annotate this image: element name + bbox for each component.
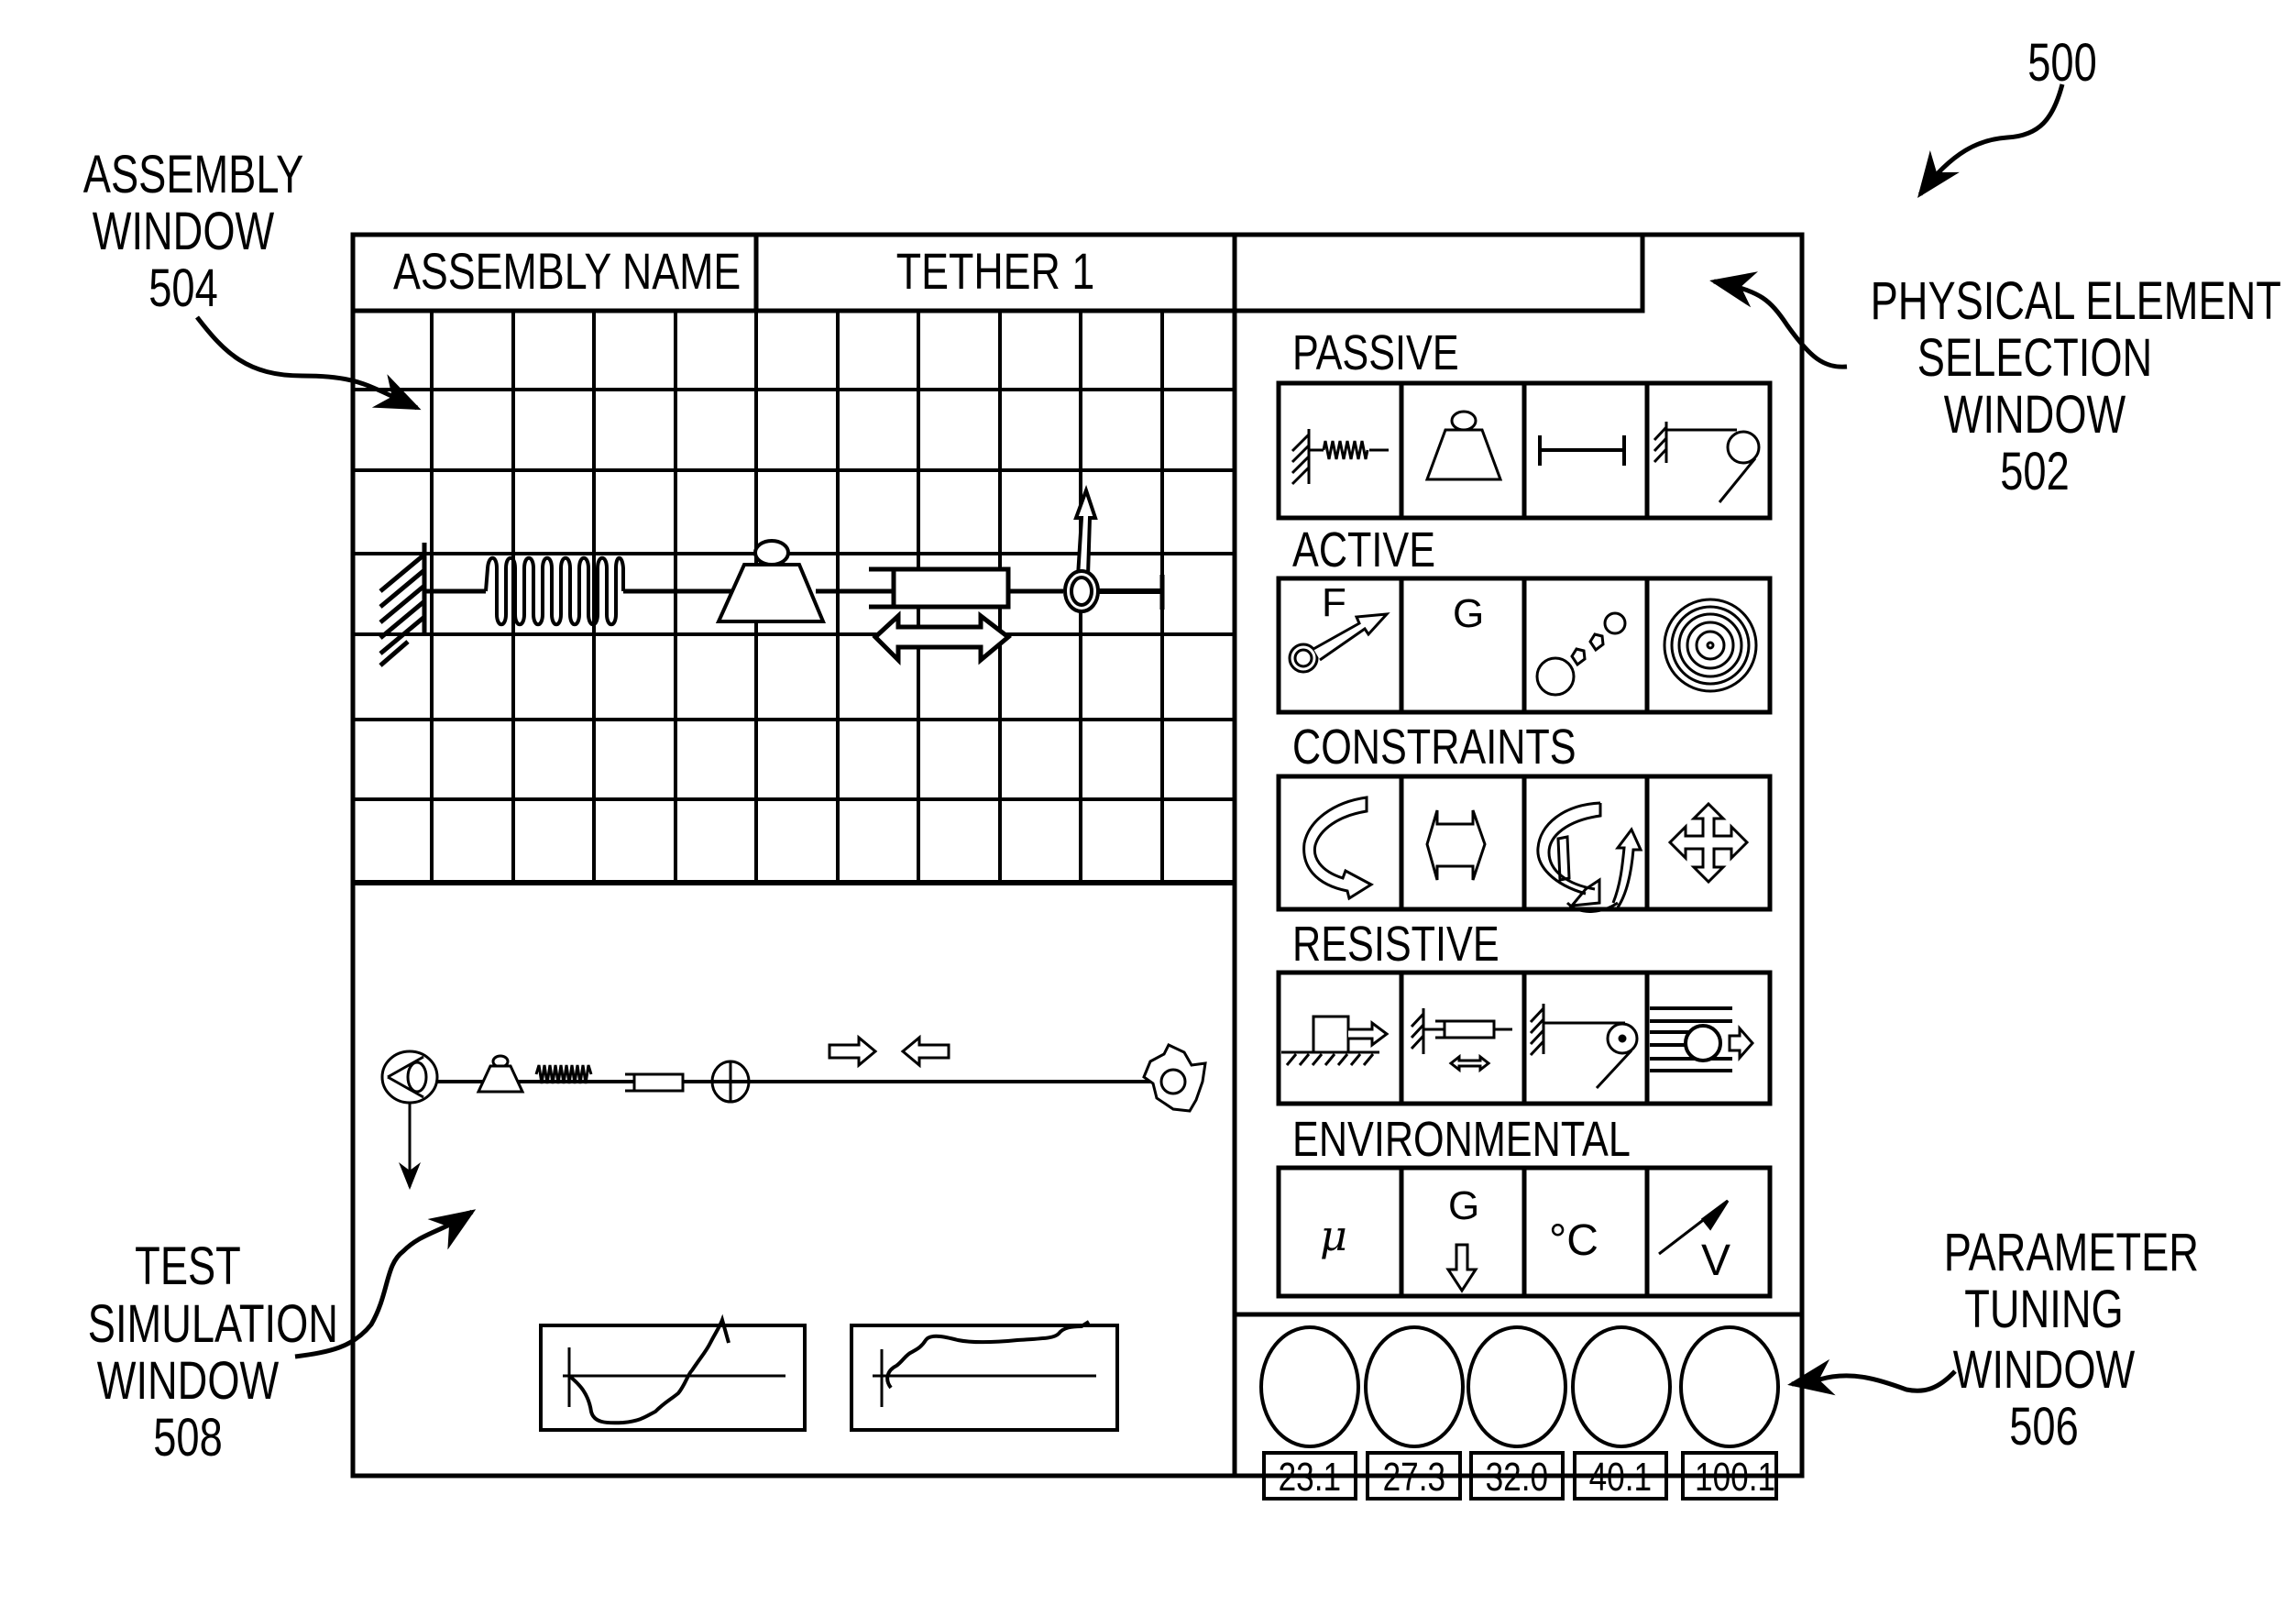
- test-simulation-window: [380, 1034, 1207, 1432]
- response-plot-1: [539, 1314, 807, 1432]
- sim-mass-icon: [476, 1054, 525, 1094]
- response-plot-2: [850, 1320, 1119, 1432]
- sim-damper-icon: [625, 1072, 685, 1093]
- plot-1-curve: [567, 1314, 731, 1425]
- sim-cross-joint-icon: [710, 1060, 751, 1104]
- sim-gear-anchor-icon: [1142, 1043, 1207, 1113]
- plot-2-curve: [885, 1320, 1091, 1390]
- sim-compression-arrows: [828, 1034, 950, 1069]
- sensor-eye-icon: [380, 1050, 439, 1105]
